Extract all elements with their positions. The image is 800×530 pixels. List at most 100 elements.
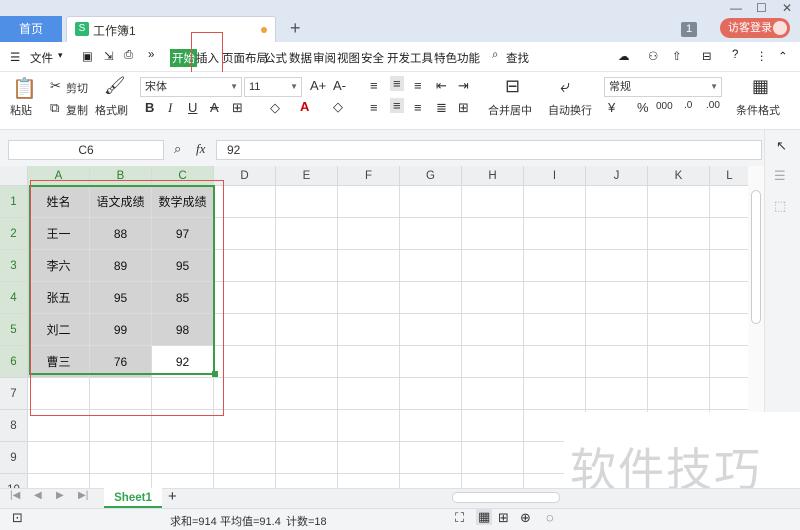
wrap-text-icon[interactable]: ⤶ bbox=[560, 76, 570, 97]
cell-l3[interactable] bbox=[710, 250, 748, 282]
tab-workbook[interactable]: S 工作簿1 bbox=[66, 16, 276, 42]
cell-f6[interactable] bbox=[338, 346, 400, 378]
cell-i5[interactable] bbox=[524, 314, 586, 346]
conditional-format-icon[interactable]: ▦ bbox=[752, 76, 769, 97]
cell-h5[interactable] bbox=[462, 314, 524, 346]
menu-item-data[interactable]: 数据 bbox=[289, 50, 312, 66]
cell-d10[interactable] bbox=[214, 474, 276, 488]
align-right-icon[interactable]: ≡ bbox=[414, 100, 422, 115]
notification-badge[interactable]: 1 bbox=[681, 22, 697, 37]
page-layout-view-icon[interactable]: ⊞ bbox=[498, 510, 509, 526]
border-icon[interactable]: ⊞ bbox=[232, 100, 243, 116]
cell-f5[interactable] bbox=[338, 314, 400, 346]
row-header-7[interactable]: 7 bbox=[0, 378, 28, 410]
cell-l2[interactable] bbox=[710, 218, 748, 250]
menu-item-formula[interactable]: 公式 bbox=[264, 50, 287, 66]
grow-font-icon[interactable]: A+ bbox=[310, 78, 326, 93]
share-user-icon[interactable]: ⚇ bbox=[648, 49, 658, 63]
cell-f8[interactable] bbox=[338, 410, 400, 442]
increase-decimal-icon[interactable]: .0 bbox=[684, 100, 692, 111]
collapse-ribbon-icon[interactable]: ⌃ bbox=[778, 49, 788, 63]
column-header-f[interactable]: F bbox=[338, 166, 400, 186]
last-sheet-icon[interactable]: ▶| bbox=[78, 490, 88, 501]
cell-b10[interactable] bbox=[90, 474, 152, 488]
column-header-e[interactable]: E bbox=[276, 166, 338, 186]
cell-k7[interactable] bbox=[648, 378, 710, 410]
cell-h2[interactable] bbox=[462, 218, 524, 250]
justify-icon[interactable]: ≣ bbox=[436, 100, 447, 116]
column-header-h[interactable]: H bbox=[462, 166, 524, 186]
cell-l5[interactable] bbox=[710, 314, 748, 346]
select-icon[interactable]: ⬚ bbox=[774, 198, 786, 214]
cell-c9[interactable] bbox=[152, 442, 214, 474]
cell-e3[interactable] bbox=[276, 250, 338, 282]
font-color-icon[interactable]: A bbox=[300, 99, 309, 114]
cell-g9[interactable] bbox=[400, 442, 462, 474]
cell-b9[interactable] bbox=[90, 442, 152, 474]
cell-g3[interactable] bbox=[400, 250, 462, 282]
row-header-8[interactable]: 8 bbox=[0, 410, 28, 442]
cell-i1[interactable] bbox=[524, 186, 586, 218]
distributed-icon[interactable]: ⊞ bbox=[458, 100, 469, 116]
cell-h9[interactable] bbox=[462, 442, 524, 474]
cell-j7[interactable] bbox=[586, 378, 648, 410]
format-painter-button[interactable]: 格式刷 bbox=[95, 102, 128, 118]
save-icon[interactable]: ▣ bbox=[82, 49, 93, 63]
more-chevron-icon[interactable]: » bbox=[148, 49, 154, 61]
horizontal-scrollbar[interactable] bbox=[452, 492, 560, 503]
shrink-font-icon[interactable]: A- bbox=[333, 78, 346, 93]
cell-f10[interactable] bbox=[338, 474, 400, 488]
paste-icon[interactable]: 📋 bbox=[12, 76, 37, 101]
formula-input[interactable]: 92 bbox=[216, 140, 762, 160]
merge-center-button[interactable]: 合并居中 bbox=[488, 102, 532, 118]
prev-sheet-icon[interactable]: ◀ bbox=[34, 490, 42, 501]
align-center-icon[interactable]: ≡ bbox=[390, 98, 404, 113]
align-bottom-icon[interactable]: ≡ bbox=[414, 78, 422, 93]
copy-button[interactable]: 复制 bbox=[66, 102, 88, 118]
cell-h1[interactable] bbox=[462, 186, 524, 218]
currency-icon[interactable]: ¥ bbox=[608, 100, 615, 115]
cell-a9[interactable] bbox=[28, 442, 90, 474]
hamburger-icon[interactable]: ☰ bbox=[10, 50, 20, 64]
cell-e6[interactable] bbox=[276, 346, 338, 378]
strikethrough-icon[interactable]: A bbox=[210, 100, 219, 115]
paste-button[interactable]: 粘贴 bbox=[10, 102, 32, 118]
maximize-icon[interactable]: ☐ bbox=[756, 1, 767, 15]
cell-e7[interactable] bbox=[276, 378, 338, 410]
visitor-login-button[interactable]: 访客登录 bbox=[720, 18, 790, 38]
minimize-icon[interactable]: — bbox=[730, 1, 742, 15]
cell-h7[interactable] bbox=[462, 378, 524, 410]
cell-h6[interactable] bbox=[462, 346, 524, 378]
italic-button[interactable]: I bbox=[168, 100, 172, 116]
cell-f2[interactable] bbox=[338, 218, 400, 250]
cell-j4[interactable] bbox=[586, 282, 648, 314]
menu-item-features[interactable]: 特色功能 bbox=[434, 50, 480, 66]
menu-file[interactable]: 文件 bbox=[30, 50, 53, 66]
cell-j6[interactable] bbox=[586, 346, 648, 378]
bold-button[interactable]: B bbox=[145, 100, 154, 115]
row-header-9[interactable]: 9 bbox=[0, 442, 28, 474]
cell-j2[interactable] bbox=[586, 218, 648, 250]
fullscreen-icon[interactable]: ⛶ bbox=[455, 510, 464, 526]
merge-center-icon[interactable]: ⊟ bbox=[505, 76, 520, 97]
cut-button[interactable]: 剪切 bbox=[66, 80, 88, 96]
sheet-tab-sheet1[interactable]: Sheet1 bbox=[104, 488, 162, 508]
menu-item-review[interactable]: 审阅 bbox=[313, 50, 336, 66]
cell-a10[interactable] bbox=[28, 474, 90, 488]
row-header-4[interactable]: 4 bbox=[0, 282, 28, 314]
menu-item-security[interactable]: 安全 bbox=[361, 50, 384, 66]
cell-e1[interactable] bbox=[276, 186, 338, 218]
name-box[interactable]: C6 bbox=[8, 140, 164, 160]
row-header-3[interactable]: 3 bbox=[0, 250, 28, 282]
font-name-select[interactable]: 宋体 ▼ bbox=[140, 77, 242, 97]
wrap-text-button[interactable]: 自动换行 bbox=[548, 102, 592, 118]
cell-f1[interactable] bbox=[338, 186, 400, 218]
cell-e5[interactable] bbox=[276, 314, 338, 346]
cell-f7[interactable] bbox=[338, 378, 400, 410]
cell-e2[interactable] bbox=[276, 218, 338, 250]
percent-button[interactable]: % bbox=[637, 100, 649, 115]
zoom-icon[interactable]: ⌕ bbox=[174, 141, 181, 157]
cell-l7[interactable] bbox=[710, 378, 748, 410]
search-icon[interactable]: ⌕ bbox=[492, 49, 498, 62]
properties-icon[interactable]: ☰ bbox=[774, 168, 786, 184]
